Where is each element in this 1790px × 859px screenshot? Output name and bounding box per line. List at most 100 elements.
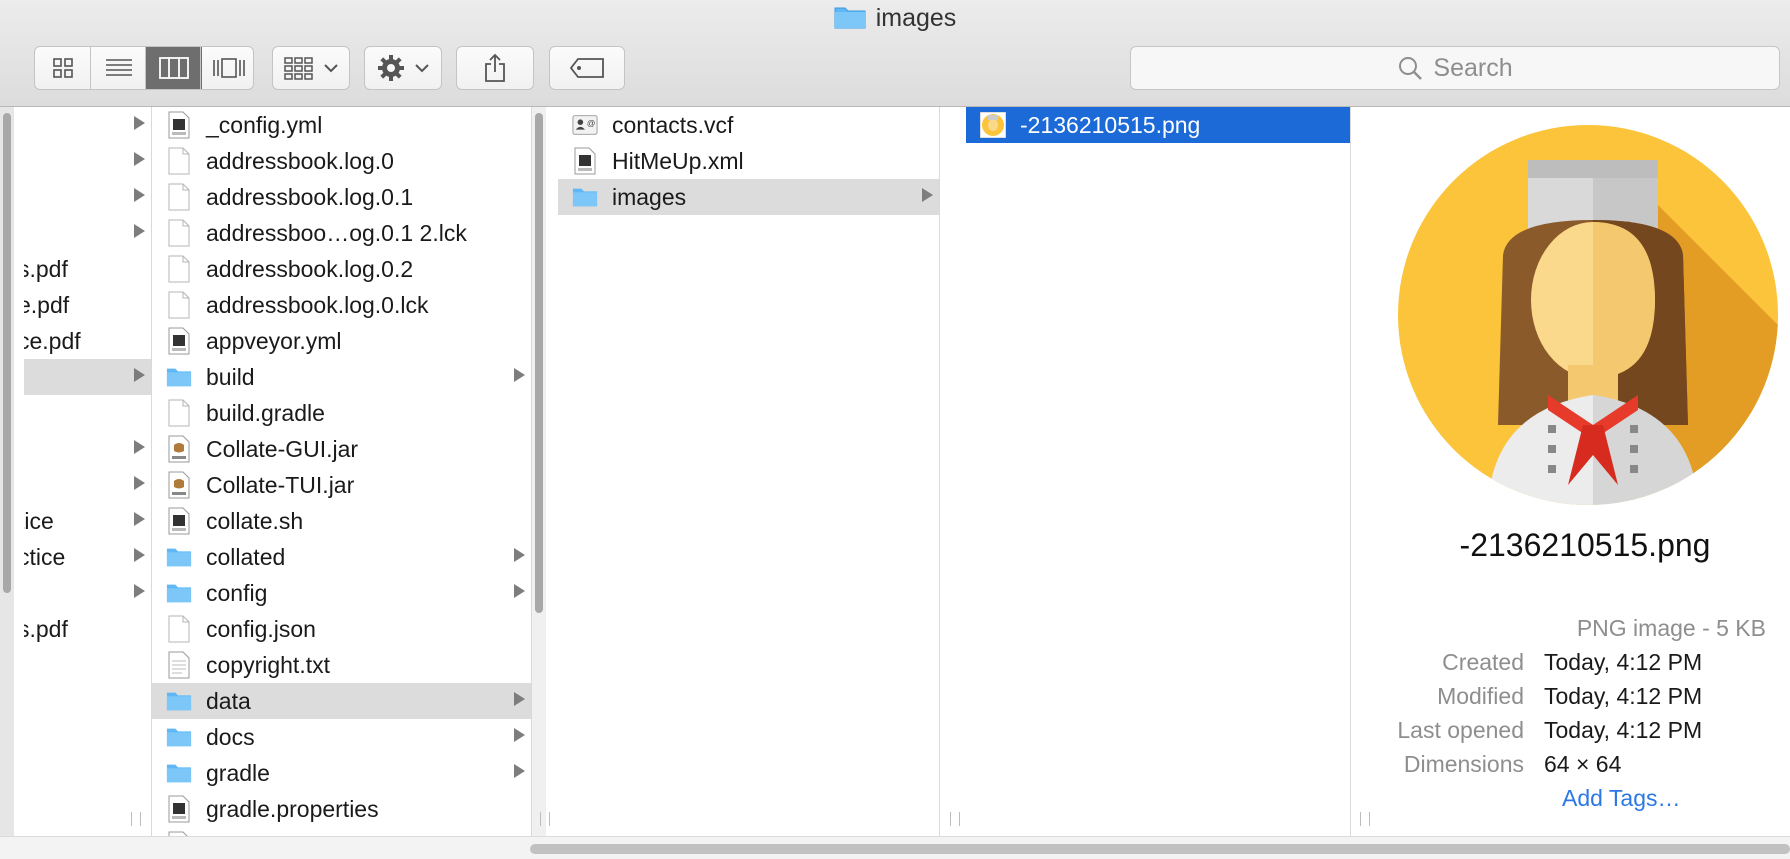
disclosure-arrow-icon bbox=[134, 440, 145, 454]
folder-icon bbox=[572, 183, 598, 211]
column-resizer[interactable] bbox=[1360, 812, 1370, 826]
add-tags-link[interactable]: Add Tags… bbox=[1380, 781, 1790, 815]
arrange-button[interactable] bbox=[272, 46, 350, 90]
list-item[interactable]: docs bbox=[152, 719, 531, 755]
list-item[interactable]: s.pdf bbox=[24, 251, 151, 287]
icon-view-button[interactable] bbox=[35, 47, 91, 89]
list-item[interactable]: build.gradle bbox=[152, 395, 531, 431]
column-browser: s.pdf e.pdf ce.pdf tice ctice s.pdf _config.y… bbox=[0, 107, 1790, 836]
info-value: 64 × 64 bbox=[1544, 750, 1622, 777]
list-item-label: _config.yml bbox=[206, 111, 323, 138]
column-view-button[interactable] bbox=[145, 47, 202, 89]
list-item-label: build.gradle bbox=[206, 399, 325, 426]
disclosure-arrow-icon bbox=[514, 728, 525, 742]
list-item[interactable]: data bbox=[152, 683, 531, 719]
disclosure-arrow-icon bbox=[134, 224, 145, 238]
folder-icon bbox=[166, 723, 192, 751]
document-icon bbox=[166, 291, 192, 319]
list-item-label: appveyor.yml bbox=[206, 327, 342, 354]
info-value: Today, 4:12 PM bbox=[1544, 648, 1703, 675]
list-item[interactable]: _config.yml bbox=[152, 107, 531, 143]
list-item[interactable]: tice bbox=[24, 503, 151, 539]
folder-icon bbox=[166, 759, 192, 787]
info-label: Dimensions bbox=[1403, 750, 1524, 777]
list-item[interactable]: ctice bbox=[24, 539, 151, 575]
disclosure-arrow-icon bbox=[514, 548, 525, 562]
list-item[interactable]: e.pdf bbox=[24, 287, 151, 323]
cover-flow-view-button[interactable] bbox=[200, 47, 257, 89]
project-scrollbar-thumb[interactable] bbox=[535, 113, 543, 613]
java-file-icon bbox=[166, 795, 192, 823]
list-item[interactable]: -2136210515.png bbox=[966, 107, 1350, 143]
list-item-label: gradle.properties bbox=[206, 795, 379, 822]
list-item[interactable]: HitMeUp.xml bbox=[558, 143, 939, 179]
column-resizer[interactable] bbox=[131, 812, 141, 826]
search-field[interactable]: Search bbox=[1130, 46, 1780, 90]
list-item-label: addressbook.log.0 bbox=[206, 147, 394, 174]
tag-icon bbox=[569, 58, 604, 78]
horizontal-scrollbar[interactable] bbox=[0, 836, 1790, 859]
list-item-label: s.pdf bbox=[24, 615, 68, 642]
list-item-label: copyright.txt bbox=[206, 651, 330, 678]
list-item[interactable]: addressboo…og.0.1 2.lck bbox=[152, 215, 531, 251]
list-item-label: ce.pdf bbox=[24, 327, 81, 354]
column-project: _config.yml addressbook.log.0 addressbook.… bbox=[152, 107, 532, 836]
info-row: Modified Today, 4:12 PM bbox=[1380, 679, 1790, 713]
list-item[interactable] bbox=[24, 467, 151, 503]
info-value: Today, 4:12 PM bbox=[1544, 682, 1703, 709]
list-item[interactable]: Collate-GUI.jar bbox=[152, 431, 531, 467]
list-item-label: addressbook.log.0.2 bbox=[206, 255, 414, 282]
list-item[interactable]: gradle.properties bbox=[152, 791, 531, 827]
list-item-label: docs bbox=[206, 723, 255, 750]
info-row: Last opened Today, 4:12 PM bbox=[1380, 713, 1790, 747]
list-item[interactable]: @ contacts.vcf bbox=[558, 107, 939, 143]
chevron-down-icon bbox=[324, 64, 338, 73]
list-item[interactable]: images bbox=[558, 179, 939, 215]
column-resizer[interactable] bbox=[540, 812, 550, 826]
list-item[interactable]: gradle bbox=[152, 755, 531, 791]
list-item[interactable]: config.json bbox=[152, 611, 531, 647]
icon-grid-icon bbox=[53, 58, 73, 78]
left-scrollbar-thumb[interactable] bbox=[3, 113, 11, 593]
disclosure-arrow-icon bbox=[514, 584, 525, 598]
list-item[interactable]: copyright.txt bbox=[152, 647, 531, 683]
list-item[interactable] bbox=[24, 359, 151, 395]
list-item[interactable]: build bbox=[152, 359, 531, 395]
list-item[interactable] bbox=[24, 395, 151, 431]
action-button[interactable] bbox=[364, 46, 442, 90]
list-item[interactable]: s.pdf bbox=[24, 611, 151, 647]
list-item[interactable]: addressbook.log.0.1 bbox=[152, 179, 531, 215]
list-item[interactable]: collated bbox=[152, 539, 531, 575]
list-item[interactable]: addressbook.log.0 bbox=[152, 143, 531, 179]
list-item[interactable]: Collate-TUI.jar bbox=[152, 467, 531, 503]
column-resizer[interactable] bbox=[950, 812, 960, 826]
list-item[interactable]: collate.sh bbox=[152, 503, 531, 539]
list-item[interactable]: addressbook.log.0.2 bbox=[152, 251, 531, 287]
list-item[interactable]: config bbox=[152, 575, 531, 611]
image-thumbnail-icon bbox=[980, 111, 1006, 139]
share-button[interactable] bbox=[456, 46, 534, 90]
horizontal-scrollbar-thumb[interactable] bbox=[530, 844, 1790, 854]
list-item[interactable] bbox=[24, 179, 151, 215]
list-item[interactable]: appveyor.yml bbox=[152, 323, 531, 359]
list-item[interactable]: addressbook.log.0.lck bbox=[152, 287, 531, 323]
list-item[interactable] bbox=[24, 215, 151, 251]
list-item[interactable] bbox=[24, 143, 151, 179]
list-item[interactable] bbox=[24, 107, 151, 143]
disclosure-arrow-icon bbox=[134, 116, 145, 130]
text-file-icon bbox=[166, 651, 192, 679]
left-scrollbar[interactable] bbox=[0, 107, 14, 836]
list-view-button[interactable] bbox=[90, 47, 147, 89]
cover-flow-icon bbox=[213, 58, 245, 78]
list-item[interactable] bbox=[24, 575, 151, 611]
yaml-file-icon bbox=[166, 327, 192, 355]
project-column-scrollbar[interactable] bbox=[532, 107, 546, 836]
list-item[interactable]: gradlew bbox=[152, 827, 531, 836]
list-item[interactable]: ce.pdf bbox=[24, 323, 151, 359]
folder-icon bbox=[166, 543, 192, 571]
list-item-label: data bbox=[206, 687, 251, 714]
list-item-label: addressbook.log.0.1 bbox=[206, 183, 414, 210]
document-icon bbox=[166, 615, 192, 643]
tag-button[interactable] bbox=[549, 46, 625, 90]
list-item[interactable] bbox=[24, 431, 151, 467]
